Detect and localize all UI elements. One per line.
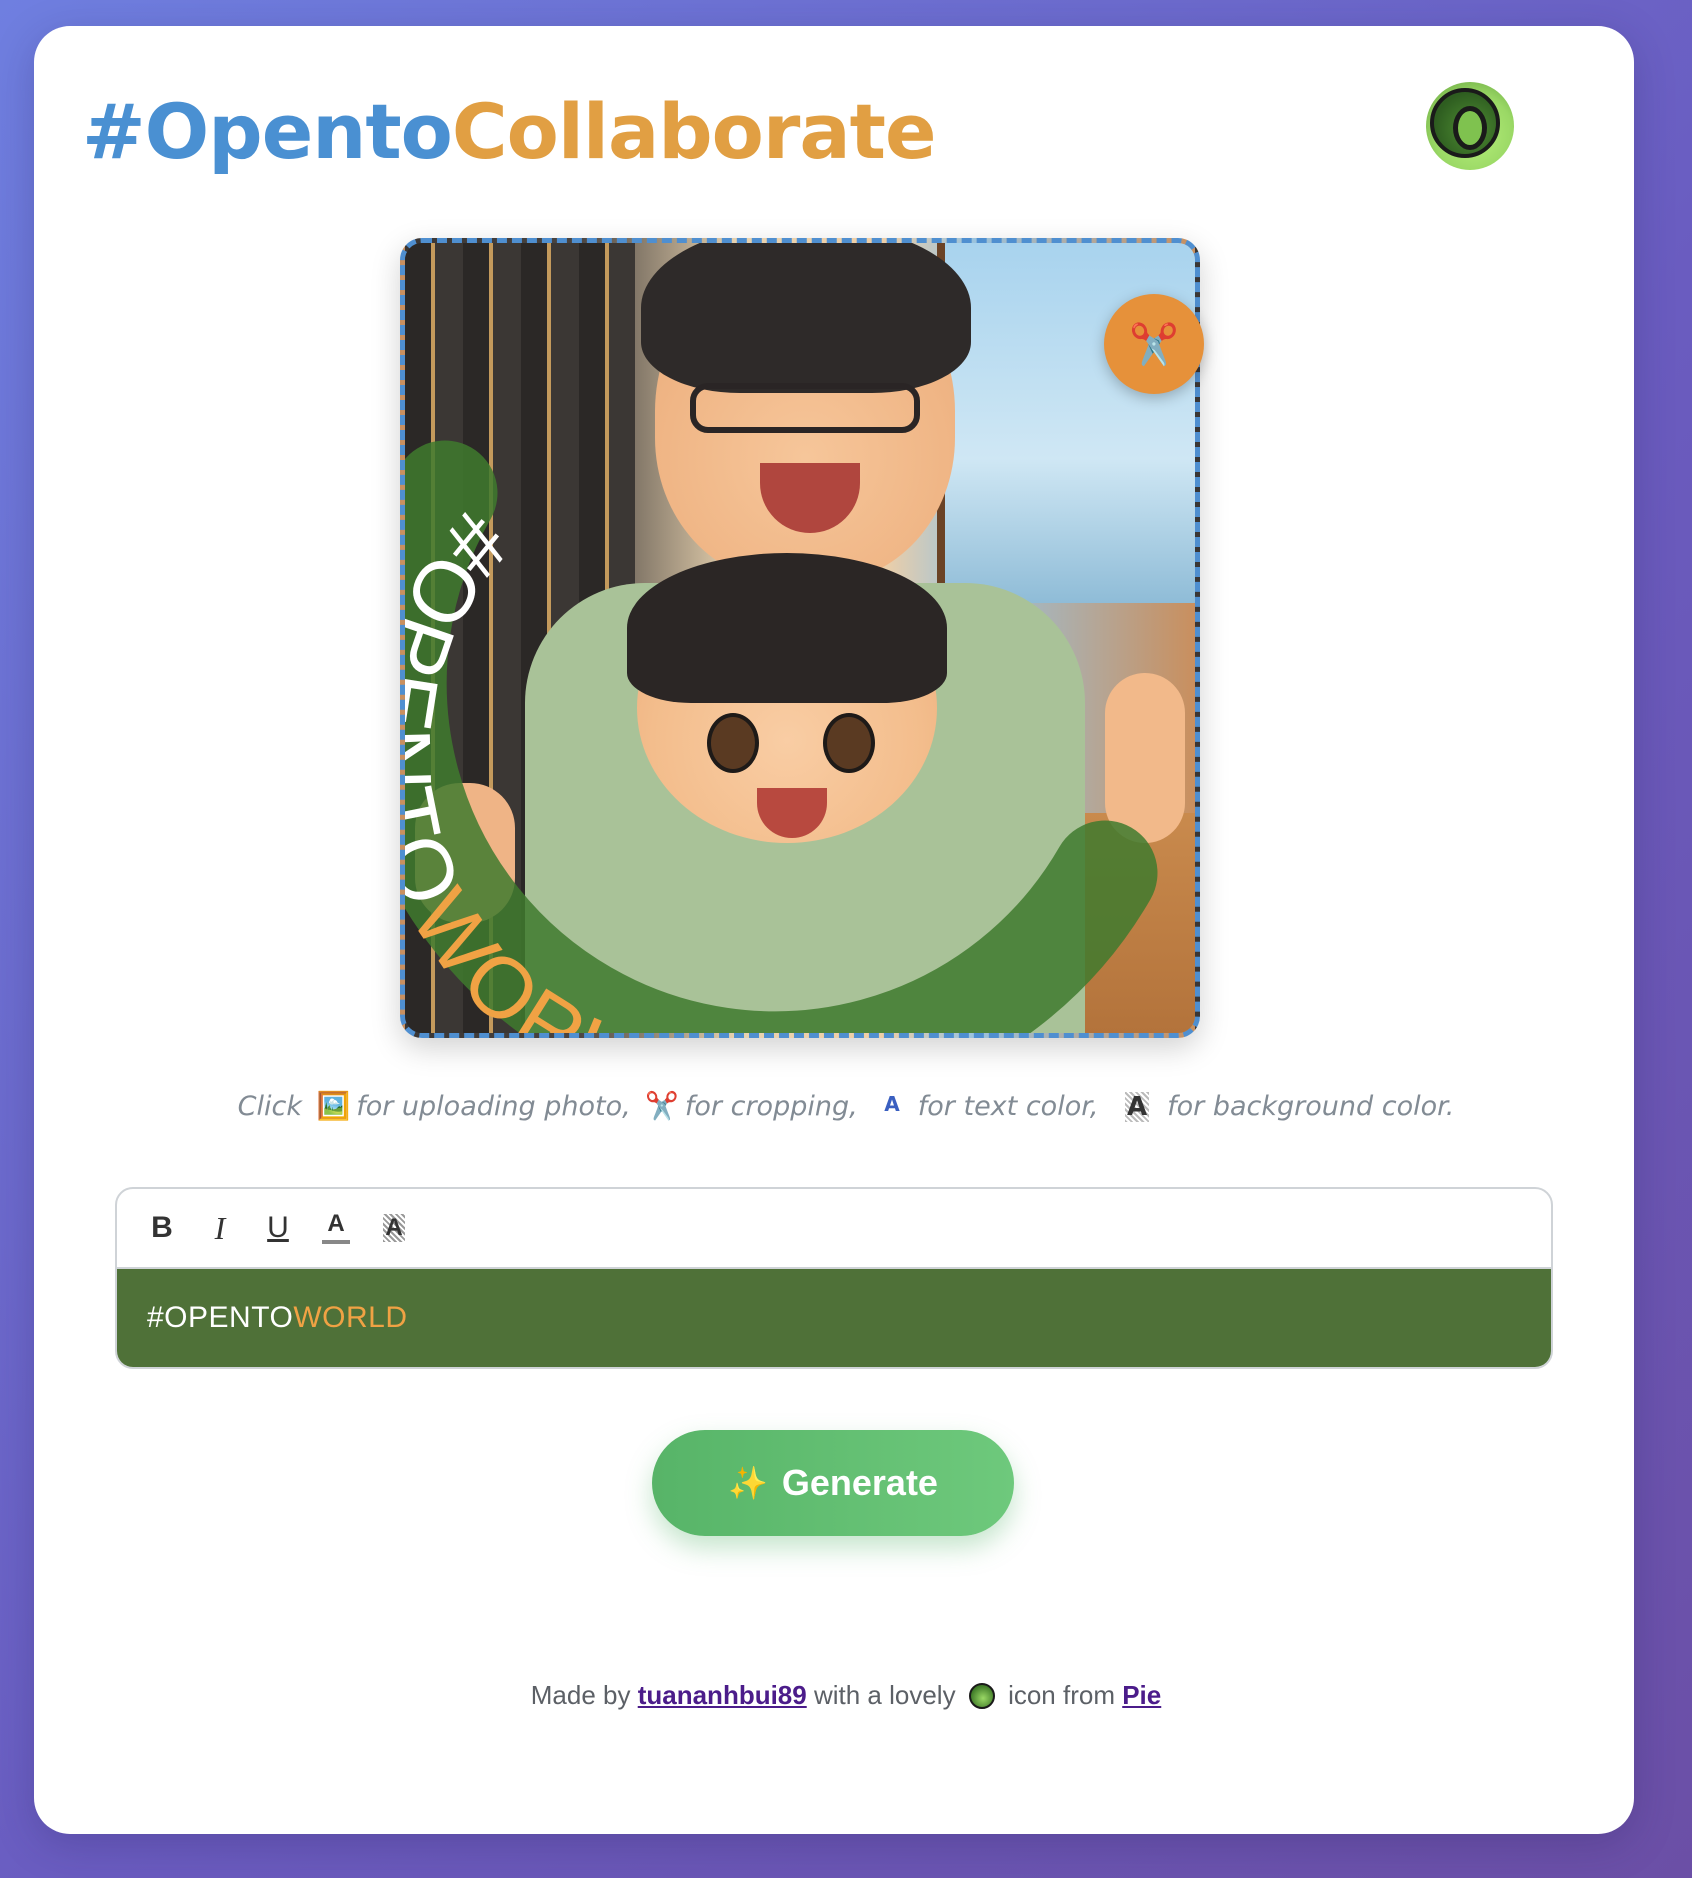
- hint-click: Click: [237, 1091, 302, 1122]
- image-upload-icon: 🖼️: [316, 1091, 351, 1122]
- rich-text-editor: B I U A A #OPENTO WORLD: [115, 1187, 1553, 1369]
- title-part-opento: #Opento: [82, 87, 453, 176]
- text-color-icon: A: [884, 1092, 900, 1116]
- scissors-icon: ✂️: [1129, 321, 1179, 368]
- text-color-bar: [322, 1240, 350, 1244]
- footer-icon-from: icon from: [1008, 1680, 1115, 1710]
- background-color-button[interactable]: A: [379, 1208, 409, 1248]
- hint-upload-text: for uploading photo,: [356, 1091, 631, 1122]
- sparkles-icon: ✨: [728, 1465, 768, 1501]
- bold-button[interactable]: B: [147, 1208, 177, 1248]
- badge-ring: #OPENTOWORLD: [405, 440, 1158, 1033]
- generate-button[interactable]: ✨ Generate: [652, 1430, 1014, 1536]
- text-color-icon: A: [327, 1210, 345, 1237]
- title-part-collaborate: Collaborate: [451, 87, 937, 176]
- hint-bg-color-text: for background color.: [1167, 1091, 1455, 1122]
- instructions-hint: Click 🖼️ for uploading photo, ✂️ for cropp…: [0, 1090, 1692, 1122]
- editor-text-white: #OPENTO: [147, 1301, 294, 1334]
- text-color-button[interactable]: A: [321, 1208, 351, 1248]
- italic-button[interactable]: I: [205, 1208, 235, 1248]
- hint-text-color-text: for text color,: [917, 1091, 1099, 1122]
- avatar-preview[interactable]: #OPENTOWORLD: [400, 238, 1200, 1038]
- underline-button[interactable]: U: [263, 1208, 293, 1248]
- pie-link[interactable]: Pie: [1122, 1680, 1161, 1710]
- hint-crop-text: for cropping,: [684, 1091, 858, 1122]
- background-color-icon: A: [383, 1214, 405, 1242]
- footer-with-lovely: with a lovely: [813, 1680, 956, 1710]
- editor-text-orange: WORLD: [293, 1301, 408, 1334]
- footer: Made by tuananhbui89 with a lovely icon …: [0, 1680, 1692, 1711]
- crop-button[interactable]: ✂️: [1104, 294, 1204, 394]
- scissors-icon: ✂️: [645, 1091, 679, 1122]
- author-link[interactable]: tuananhbui89: [638, 1680, 807, 1710]
- app-logo-icon[interactable]: [1426, 82, 1514, 170]
- page-title: #OpentoCollaborate: [82, 86, 937, 177]
- generate-label: Generate: [781, 1462, 938, 1503]
- footer-made-by: Made by: [530, 1680, 631, 1710]
- pie-logo-icon: [968, 1683, 995, 1709]
- badge-text-input[interactable]: #OPENTO WORLD: [117, 1269, 1551, 1367]
- badge-text-white: #OPENTO: [405, 496, 528, 923]
- logo-ring: [1430, 88, 1500, 158]
- editor-toolbar: B I U A A: [117, 1189, 1551, 1269]
- background-color-icon: A: [1125, 1092, 1150, 1122]
